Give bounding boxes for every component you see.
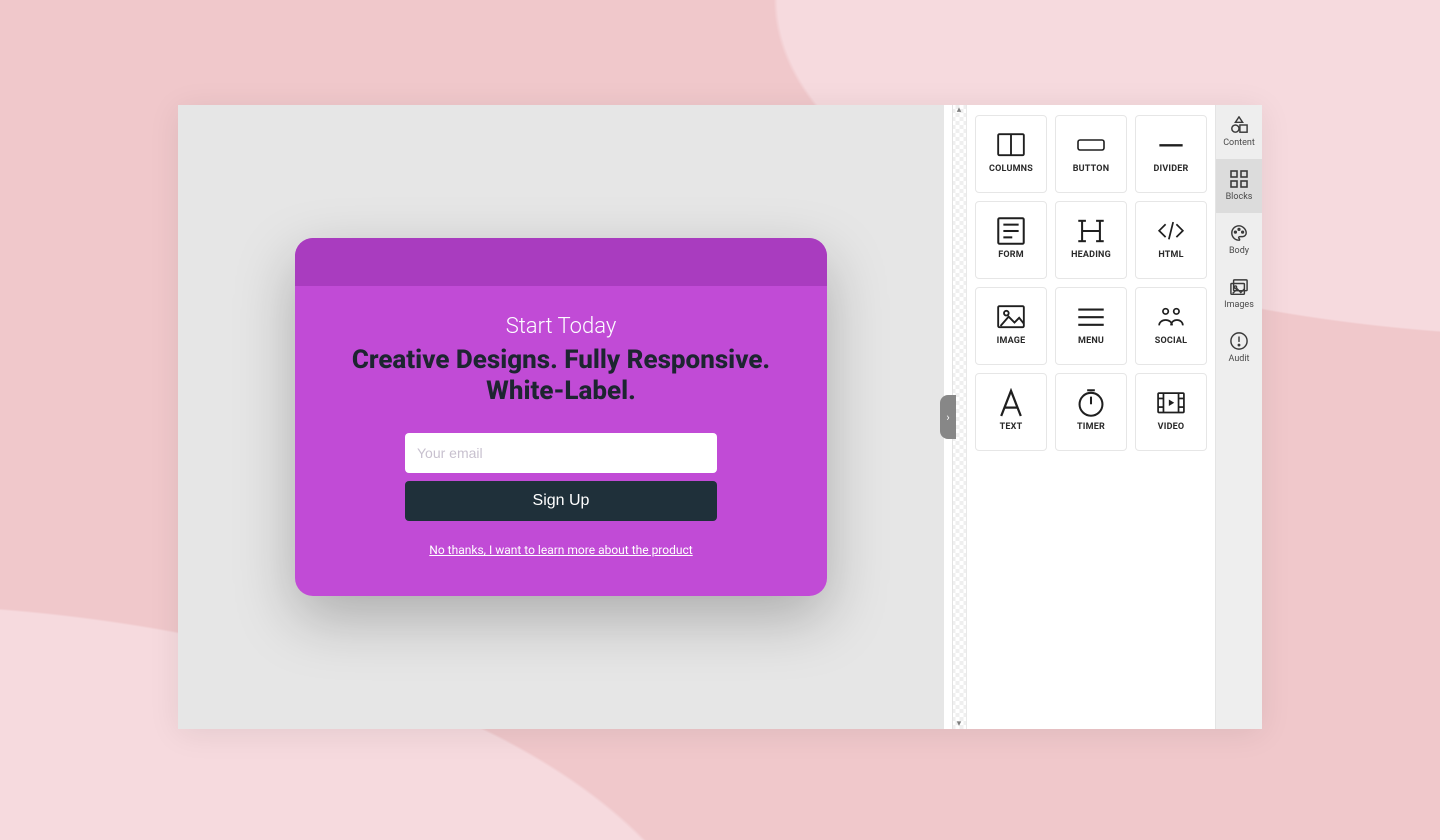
block-label: BUTTON bbox=[1073, 164, 1110, 174]
popup-subtitle: Start Today bbox=[343, 314, 779, 339]
rail-images[interactable]: Images bbox=[1216, 267, 1262, 321]
html-icon bbox=[1157, 220, 1185, 242]
rail-label: Audit bbox=[1229, 354, 1250, 364]
block-label: DIVIDER bbox=[1153, 164, 1188, 174]
alert-icon bbox=[1230, 332, 1248, 350]
shapes-icon bbox=[1230, 116, 1248, 134]
text-icon bbox=[997, 392, 1025, 414]
block-label: FORM bbox=[998, 250, 1024, 260]
grid-icon bbox=[1230, 170, 1248, 188]
block-label: TEXT bbox=[1000, 422, 1023, 432]
block-text[interactable]: TEXT bbox=[975, 373, 1047, 451]
rail-label: Body bbox=[1229, 246, 1249, 256]
decline-link[interactable]: No thanks, I want to learn more about th… bbox=[429, 543, 692, 557]
timer-icon bbox=[1077, 392, 1105, 414]
palette-icon bbox=[1230, 224, 1248, 242]
video-icon bbox=[1157, 392, 1185, 414]
block-label: COLUMNS bbox=[989, 164, 1033, 174]
rail-label: Images bbox=[1224, 300, 1254, 310]
popup-title: Creative Designs. Fully Responsive. Whit… bbox=[343, 345, 779, 407]
block-html[interactable]: HTML bbox=[1135, 201, 1207, 279]
block-image[interactable]: IMAGE bbox=[975, 287, 1047, 365]
block-divider[interactable]: DIVIDER bbox=[1135, 115, 1207, 193]
menu-icon bbox=[1077, 306, 1105, 328]
columns-icon bbox=[997, 134, 1025, 156]
block-label: VIDEO bbox=[1158, 422, 1185, 432]
signup-button[interactable]: Sign Up bbox=[405, 481, 717, 521]
image-icon bbox=[997, 306, 1025, 328]
rail-content[interactable]: Content bbox=[1216, 105, 1262, 159]
rail-label: Content bbox=[1223, 138, 1255, 148]
form-icon bbox=[997, 220, 1025, 242]
popup-body: Start Today Creative Designs. Fully Resp… bbox=[295, 286, 827, 596]
block-label: IMAGE bbox=[997, 336, 1026, 346]
rail-audit[interactable]: Audit bbox=[1216, 321, 1262, 375]
block-label: MENU bbox=[1078, 336, 1104, 346]
block-columns[interactable]: COLUMNS bbox=[975, 115, 1047, 193]
social-icon bbox=[1157, 306, 1185, 328]
editor-window: Start Today Creative Designs. Fully Resp… bbox=[178, 105, 1262, 729]
editor-canvas[interactable]: Start Today Creative Designs. Fully Resp… bbox=[178, 105, 944, 729]
rail-blocks[interactable]: Blocks bbox=[1216, 159, 1262, 213]
images-icon bbox=[1230, 278, 1248, 296]
block-heading[interactable]: HEADING bbox=[1055, 201, 1127, 279]
block-video[interactable]: VIDEO bbox=[1135, 373, 1207, 451]
block-label: TIMER bbox=[1077, 422, 1105, 432]
heading-icon bbox=[1077, 220, 1105, 242]
block-button[interactable]: BUTTON bbox=[1055, 115, 1127, 193]
signup-popup: Start Today Creative Designs. Fully Resp… bbox=[295, 238, 827, 596]
scroll-down-icon[interactable]: ▾ bbox=[954, 719, 964, 729]
block-label: SOCIAL bbox=[1155, 336, 1187, 346]
block-form[interactable]: FORM bbox=[975, 201, 1047, 279]
block-label: HTML bbox=[1158, 250, 1183, 260]
button-icon bbox=[1077, 134, 1105, 156]
popup-header-bar bbox=[295, 238, 827, 286]
right-panel: COLUMNS BUTTON DIVIDER FORM bbox=[966, 105, 1262, 729]
side-rail: Content Blocks Body Images bbox=[1215, 105, 1262, 729]
email-input[interactable] bbox=[405, 433, 717, 473]
blocks-palette: COLUMNS BUTTON DIVIDER FORM bbox=[967, 105, 1215, 729]
panel-collapse-handle[interactable]: › bbox=[940, 395, 956, 439]
block-social[interactable]: SOCIAL bbox=[1135, 287, 1207, 365]
block-menu[interactable]: MENU bbox=[1055, 287, 1127, 365]
scroll-up-icon[interactable]: ▴ bbox=[954, 105, 964, 115]
divider-icon bbox=[1157, 134, 1185, 156]
canvas-scrollbar[interactable]: ▴ ▾ › bbox=[944, 105, 966, 729]
rail-label: Blocks bbox=[1226, 192, 1253, 202]
block-timer[interactable]: TIMER bbox=[1055, 373, 1127, 451]
block-label: HEADING bbox=[1071, 250, 1111, 260]
rail-body[interactable]: Body bbox=[1216, 213, 1262, 267]
